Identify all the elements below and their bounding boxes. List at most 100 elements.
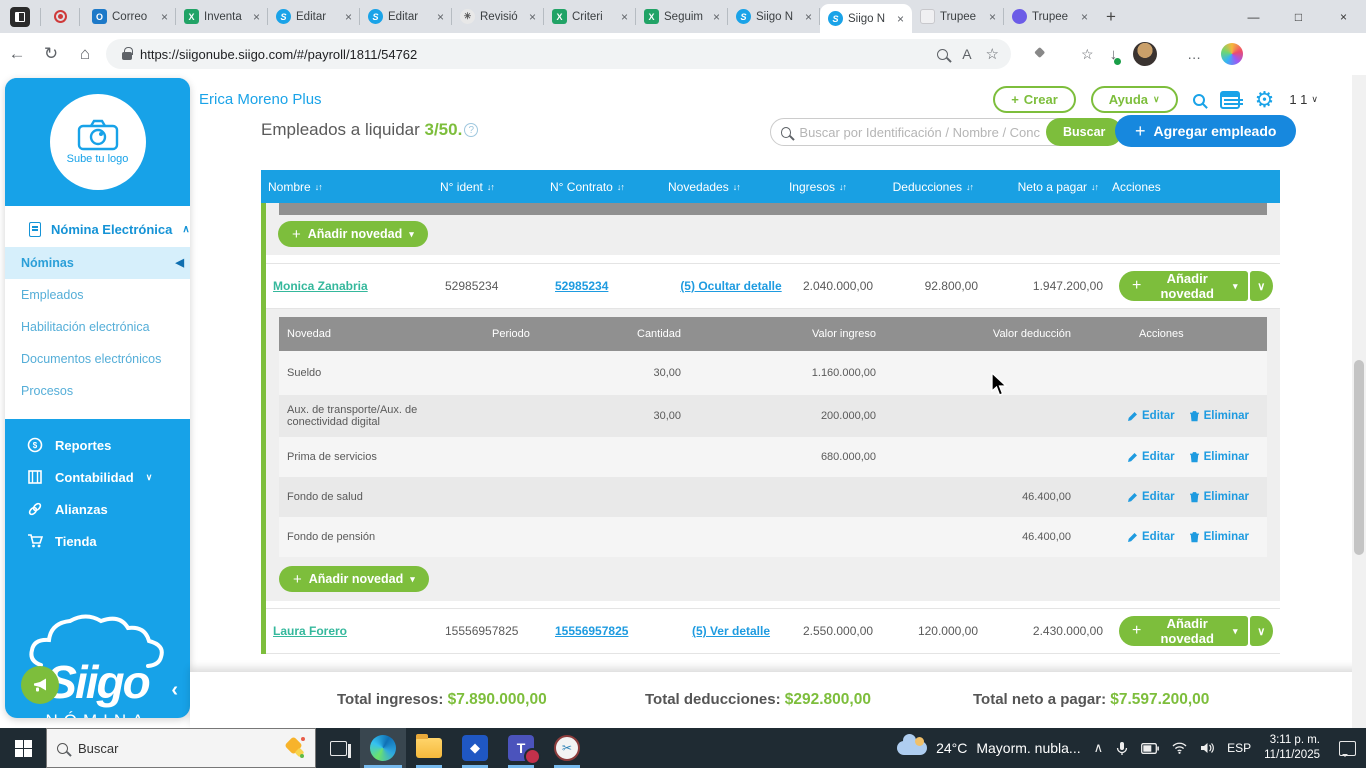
wifi-icon[interactable]: [1172, 742, 1187, 754]
downloads-icon[interactable]: ↓: [1110, 46, 1122, 65]
sidebar-item-habilitacion[interactable]: Habilitación electrónica: [5, 311, 190, 343]
window-close-button[interactable]: ×: [1321, 0, 1366, 33]
tab-criterios[interactable]: X Criteri ×: [544, 0, 636, 33]
editar-link[interactable]: Editar: [1127, 451, 1175, 463]
sort-icon[interactable]: ↓↑: [733, 182, 741, 192]
sort-icon[interactable]: ↓↑: [1091, 182, 1099, 192]
col-ingresos[interactable]: Ingresos ↓↑: [789, 180, 853, 194]
eliminar-link[interactable]: Eliminar: [1189, 491, 1249, 503]
sort-icon[interactable]: ↓↑: [839, 182, 847, 192]
editar-link[interactable]: Editar: [1127, 531, 1175, 543]
window-maximize-button[interactable]: □: [1276, 0, 1321, 33]
org-count-dropdown[interactable]: 1 1 ∨: [1289, 92, 1318, 107]
gear-icon[interactable]: ⚙: [1255, 88, 1275, 110]
favorite-star-icon[interactable]: ☆: [986, 45, 999, 63]
start-button[interactable]: [0, 728, 46, 768]
sort-icon[interactable]: ↓↑: [617, 182, 625, 192]
action-center-icon[interactable]: [1339, 740, 1356, 757]
contract-link[interactable]: 52985234: [555, 279, 608, 293]
refresh-button[interactable]: ↻: [34, 44, 68, 64]
sort-icon[interactable]: ↓↑: [966, 182, 974, 192]
eliminar-link[interactable]: Eliminar: [1189, 451, 1249, 463]
tab-actions-menu-icon[interactable]: [10, 6, 30, 27]
tab-seguimiento[interactable]: X Seguim ×: [636, 0, 728, 33]
page-scrollbar[interactable]: [1352, 75, 1366, 728]
col-neto[interactable]: Neto a pagar ↓↑: [980, 180, 1105, 194]
ayuda-button[interactable]: Ayuda ∨: [1090, 86, 1178, 113]
tab-trupee-1[interactable]: Trupee ×: [912, 0, 1004, 33]
anadir-novedad-button[interactable]: + Añadir novedad ▾: [1119, 271, 1248, 301]
tab-close-icon[interactable]: ×: [159, 10, 170, 24]
editar-link[interactable]: Editar: [1127, 410, 1175, 422]
employee-name-link[interactable]: Laura Forero: [273, 624, 347, 638]
tab-close-icon[interactable]: ×: [987, 10, 998, 24]
tab-close-icon[interactable]: ×: [619, 10, 630, 24]
tab-close-icon[interactable]: ×: [803, 10, 814, 24]
tab-close-icon[interactable]: ×: [711, 10, 722, 24]
row-expand-button[interactable]: ∨: [1249, 271, 1273, 301]
taskbar-snipping-tool[interactable]: ✂: [544, 728, 590, 768]
taskbar-weather[interactable]: 24°C Mayorm. nubla...: [897, 734, 1081, 756]
taskbar-edge[interactable]: [360, 728, 406, 768]
tab-correo[interactable]: O Correo ×: [84, 0, 176, 33]
tab-close-icon[interactable]: ×: [1079, 10, 1090, 24]
tab-editar-1[interactable]: S Editar ×: [268, 0, 360, 33]
tab-siigo-1[interactable]: S Siigo N ×: [728, 0, 820, 33]
tab-close-icon[interactable]: ×: [527, 10, 538, 24]
sidebar-section-nomina-electronica[interactable]: Nómina Electrónica ∧: [5, 216, 190, 247]
col-ident[interactable]: N° ident ↓↑: [433, 180, 543, 194]
tab-close-icon[interactable]: ×: [343, 10, 354, 24]
tab-close-icon[interactable]: ×: [251, 10, 262, 24]
sidebar-item-documentos[interactable]: Documentos electrónicos: [5, 343, 190, 375]
task-view-button[interactable]: [316, 728, 360, 768]
microphone-icon[interactable]: [1116, 741, 1128, 756]
editar-link[interactable]: Editar: [1127, 491, 1175, 503]
employee-search-input[interactable]: [799, 124, 1059, 140]
crear-button[interactable]: + Crear: [993, 86, 1076, 113]
scrollbar-thumb[interactable]: [1354, 360, 1364, 555]
col-contrato[interactable]: N° Contrato ↓↑: [543, 180, 661, 194]
window-minimize-button[interactable]: —: [1231, 0, 1276, 33]
home-button[interactable]: ⌂: [68, 44, 102, 64]
tab-close-icon[interactable]: ×: [435, 10, 446, 24]
taskbar-teams[interactable]: T: [498, 728, 544, 768]
calendar-icon[interactable]: [1219, 90, 1240, 109]
col-novedades[interactable]: Novedades ↓↑: [661, 180, 791, 194]
buscar-button[interactable]: Buscar: [1046, 118, 1123, 146]
address-bar[interactable]: https://siigonube.siigo.com/#/payroll/18…: [106, 39, 1011, 69]
back-button[interactable]: ←: [0, 44, 34, 64]
sidebar-item-empleados[interactable]: Empleados: [5, 279, 190, 311]
toggle-detail-link[interactable]: (5) Ocultar detalle: [680, 279, 781, 293]
anadir-novedad-button[interactable]: + Añadir novedad ▾: [279, 566, 429, 592]
recording-pinned-tab[interactable]: [45, 4, 75, 30]
tray-expand-icon[interactable]: ∧: [1094, 740, 1104, 756]
read-aloud-icon[interactable]: A: [962, 46, 971, 62]
col-deducciones[interactable]: Deducciones ↓↑: [853, 180, 980, 194]
favorites-list-icon[interactable]: ☆: [1081, 46, 1094, 63]
new-tab-button[interactable]: +: [1096, 7, 1126, 27]
speaker-icon[interactable]: [1200, 742, 1214, 754]
sort-icon[interactable]: ↓↑: [315, 182, 323, 192]
anadir-novedad-button[interactable]: + Añadir novedad ▾: [1119, 616, 1248, 646]
taskbar-app-diamond[interactable]: ◆: [452, 728, 498, 768]
taskbar-clock[interactable]: 3:11 p. m. 11/11/2025: [1264, 733, 1320, 763]
tab-revision[interactable]: ✳ Revisió ×: [452, 0, 544, 33]
sidebar-item-nominas[interactable]: Nóminas ◀: [5, 247, 190, 279]
row-expand-button[interactable]: ∨: [1249, 616, 1273, 646]
tab-editar-2[interactable]: S Editar ×: [360, 0, 452, 33]
eliminar-link[interactable]: Eliminar: [1189, 410, 1249, 422]
tab-inventario[interactable]: X Inventa ×: [176, 0, 268, 33]
upload-logo-button[interactable]: Sube tu logo: [49, 94, 146, 190]
extensions-icon[interactable]: [1033, 46, 1046, 60]
taskbar-file-explorer[interactable]: [406, 728, 452, 768]
profile-avatar[interactable]: [1133, 42, 1158, 66]
sidebar-item-reportes[interactable]: $ Reportes: [5, 429, 190, 461]
language-indicator[interactable]: ESP: [1227, 741, 1251, 755]
agregar-empleado-button[interactable]: + Agregar empleado: [1115, 115, 1297, 147]
col-nombre[interactable]: Nombre ↓↑: [261, 180, 433, 194]
eliminar-link[interactable]: Eliminar: [1189, 531, 1249, 543]
copilot-icon[interactable]: [1221, 43, 1244, 65]
taskbar-search[interactable]: Buscar: [46, 728, 316, 768]
browser-menu-icon[interactable]: …: [1187, 46, 1201, 62]
employee-name-link[interactable]: Monica Zanabria: [273, 279, 368, 293]
